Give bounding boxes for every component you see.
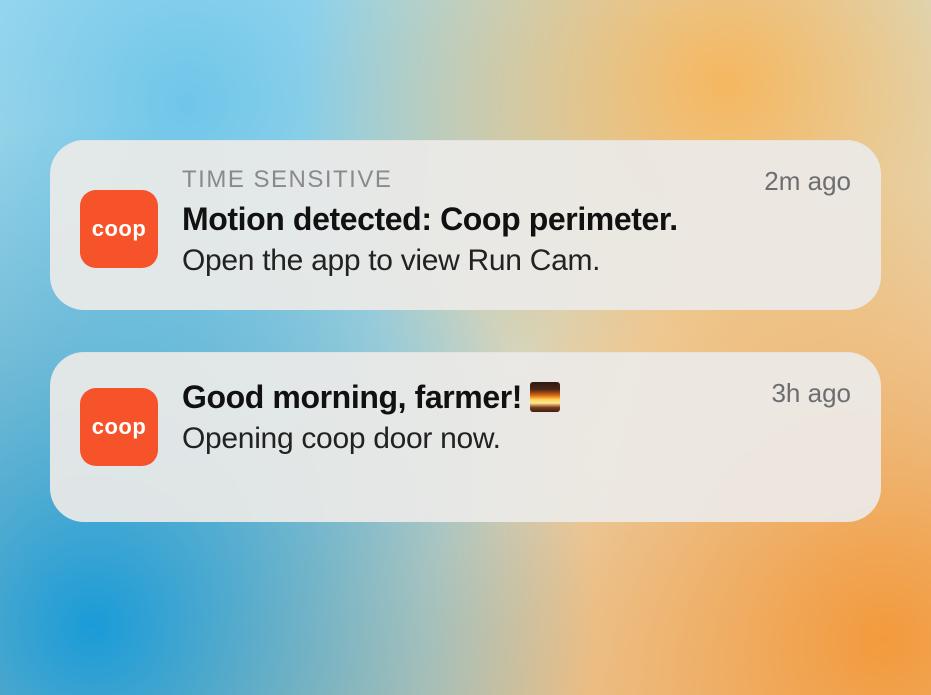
notification-body: Opening coop door now. [182,420,755,458]
notification-timestamp: 2m ago [764,166,851,197]
notification-title: Good morning, farmer! [182,378,522,416]
app-icon: coop [80,388,158,466]
notification-timestamp: 3h ago [771,378,851,409]
notification-card[interactable]: coop TIME SENSITIVE Motion detected: Coo… [50,140,881,310]
notification-content: Good morning, farmer! Opening coop door … [182,376,755,458]
sunrise-icon [530,382,560,412]
time-sensitive-flag: TIME SENSITIVE [182,166,748,194]
notification-content: TIME SENSITIVE Motion detected: Coop per… [182,164,748,280]
app-icon: coop [80,190,158,268]
notification-title: Motion detected: Coop perimeter. [182,200,678,238]
notification-body: Open the app to view Run Cam. [182,242,748,280]
app-icon-label: coop [92,216,147,242]
app-icon-label: coop [92,414,147,440]
notification-card[interactable]: coop Good morning, farmer! Opening coop … [50,352,881,522]
notification-stack: coop TIME SENSITIVE Motion detected: Coo… [50,140,881,522]
